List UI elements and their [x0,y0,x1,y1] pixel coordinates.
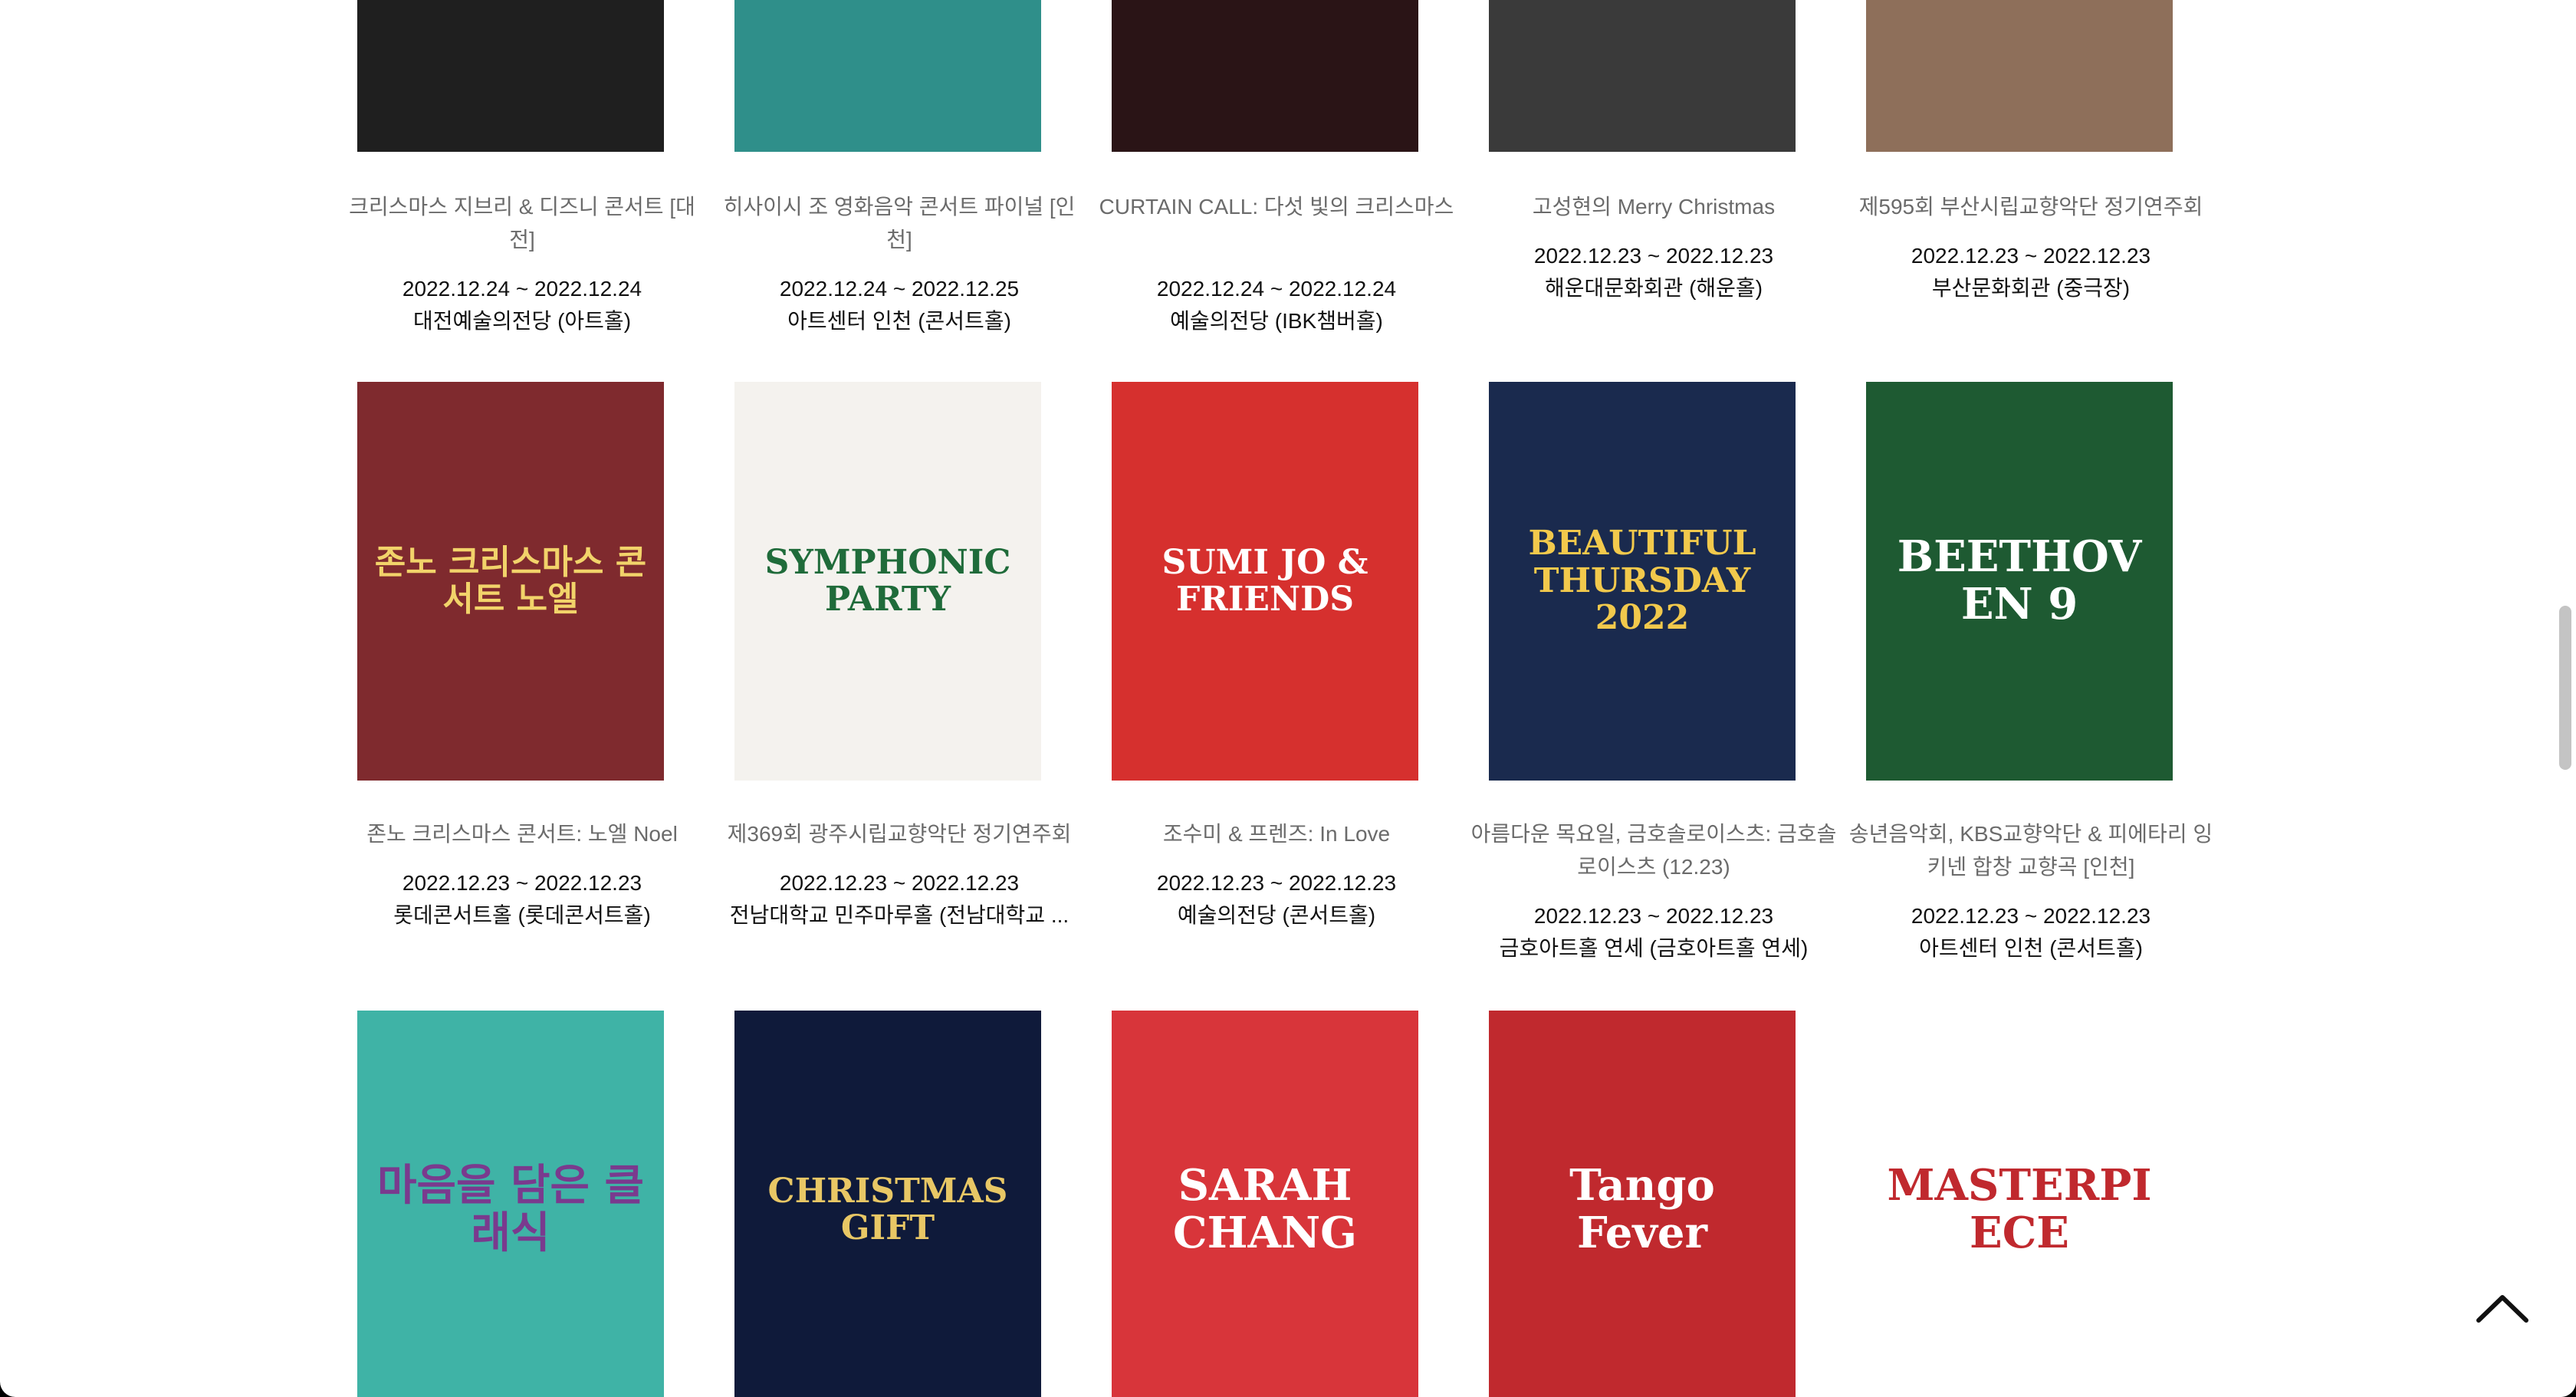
concert-poster[interactable]: SUMI JO & FRIENDS [1112,382,1418,781]
concert-date: 2022.12.23 ~ 2022.12.23 [779,871,1020,895]
concert-poster[interactable]: Tango Fever [1489,1011,1796,1397]
poster-artwork-text [872,0,903,15]
poster-artwork-text: SUMI JO & FRIENDS [1162,542,1368,619]
poster-artwork-text: 존노 크리스마스 콘서트 노엘 [374,542,647,619]
concert-date: 2022.12.24 ~ 2022.12.25 [779,277,1020,301]
poster-artwork-text: Tango Fever [1569,1160,1715,1258]
poster-artwork-text: 마음을 담은 클래식 [376,1160,645,1258]
concert-title[interactable]: 고성현의 Merry Christmas [1470,190,1838,223]
concert-date: 2022.12.23 ~ 2022.12.23 [1533,904,1774,928]
concert-date: 2022.12.23 ~ 2022.12.23 [1533,244,1774,268]
poster-artwork-text [495,0,526,15]
concert-title[interactable]: 히사이시 조 영화음악 콘서트 파이널 [인천] [715,190,1083,256]
concert-date: 2022.12.24 ~ 2022.12.24 [1156,277,1397,301]
concert-date: 2022.12.23 ~ 2022.12.23 [1911,904,2151,928]
page-frame: 크리스마스 지브리 & 디즈니 콘서트 [대전] 2022.12.24 ~ 202… [0,0,2576,1397]
concert-venue: 전남대학교 민주마루홀 (전남대학교 ... [729,903,1070,927]
poster-artwork-text [1627,0,1658,15]
concert-title[interactable]: 크리스마스 지브리 & 디즈니 콘서트 [대전] [338,190,706,256]
concert-venue: 대전예술의전당 (아트홀) [412,309,632,333]
concert-poster[interactable]: MASTERPIECE [1866,1011,2173,1397]
concert-date: 2022.12.23 ~ 2022.12.23 [1156,871,1397,895]
concert-poster[interactable] [1489,0,1796,152]
concert-venue: 아트센터 인천 (콘서트홀) [1919,936,2143,960]
concert-venue: 예술의전당 (콘서트홀) [1177,903,1376,927]
poster-artwork-text: MASTERPIECE [1887,1160,2152,1258]
concert-poster[interactable] [1112,0,1418,152]
poster-artwork-text: BEETHOVEN 9 [1897,531,2142,629]
concert-poster[interactable] [1866,0,2173,152]
concert-poster[interactable]: 존노 크리스마스 콘서트 노엘 [357,382,664,781]
concert-poster[interactable]: 마음을 담은 클래식 [357,1011,664,1397]
concert-poster[interactable] [357,0,664,152]
concert-date: 2022.12.23 ~ 2022.12.23 [1911,244,2151,268]
concert-venue: 예술의전당 (IBK챔버홀) [1170,309,1383,333]
concert-venue: 롯데콘서트홀 (롯데콘서트홀) [393,903,651,927]
concert-title[interactable]: 제595회 부산시립교향악단 정기연주회 [1847,190,2215,223]
concert-title[interactable]: 제369회 광주시립교향악단 정기연주회 [715,817,1083,850]
concert-date: 2022.12.23 ~ 2022.12.23 [402,871,642,895]
poster-artwork-text [1250,0,1280,15]
concert-title[interactable]: 조수미 & 프렌즈: In Love [1092,817,1460,850]
concert-venue: 아트센터 인천 (콘서트홀) [787,309,1011,333]
poster-artwork-text: SARAH CHANG [1173,1160,1357,1258]
poster-artwork-text: CHRISTMAS GIFT [767,1171,1008,1247]
concert-poster[interactable]: CHRISTMAS GIFT [734,1011,1041,1397]
concert-date: 2022.12.24 ~ 2022.12.24 [402,277,642,301]
concert-poster[interactable]: BEAUTIFUL THURSDAY 2022 [1489,382,1796,781]
scrollbar-track[interactable] [2555,0,2576,1397]
concert-venue: 해운대문화회관 (해운홀) [1544,276,1763,300]
concert-poster[interactable]: BEETHOVEN 9 [1866,382,2173,781]
chevron-up-icon [2476,1295,2528,1323]
back-to-top-button[interactable] [2473,1279,2532,1337]
concert-venue: 금호아트홀 연세 (금호아트홀 연세) [1499,936,1809,960]
concert-title[interactable]: CURTAIN CALL: 다섯 빛의 크리스마스 [1092,190,1460,223]
concert-poster[interactable] [734,0,1041,152]
concert-poster[interactable]: SYMPHONIC PARTY [734,382,1041,781]
poster-artwork-text: SYMPHONIC PARTY [764,542,1011,619]
concert-poster[interactable]: SARAH CHANG [1112,1011,1418,1397]
poster-artwork-text: BEAUTIFUL THURSDAY 2022 [1528,524,1756,638]
concert-title[interactable]: 아름다운 목요일, 금호솔로이스츠: 금호솔로이스츠 (12.23) [1470,817,1838,883]
poster-artwork-text [2004,0,2035,15]
scrollbar-thumb[interactable] [2559,606,2571,770]
concert-title[interactable]: 존노 크리스마스 콘서트: 노엘 Noel [338,817,706,850]
concert-title[interactable]: 송년음악회, KBS교향악단 & 피에타리 잉키넨 합창 교향곡 [인천] [1847,817,2215,883]
concert-venue: 부산문화회관 (중극장) [1931,276,2131,300]
